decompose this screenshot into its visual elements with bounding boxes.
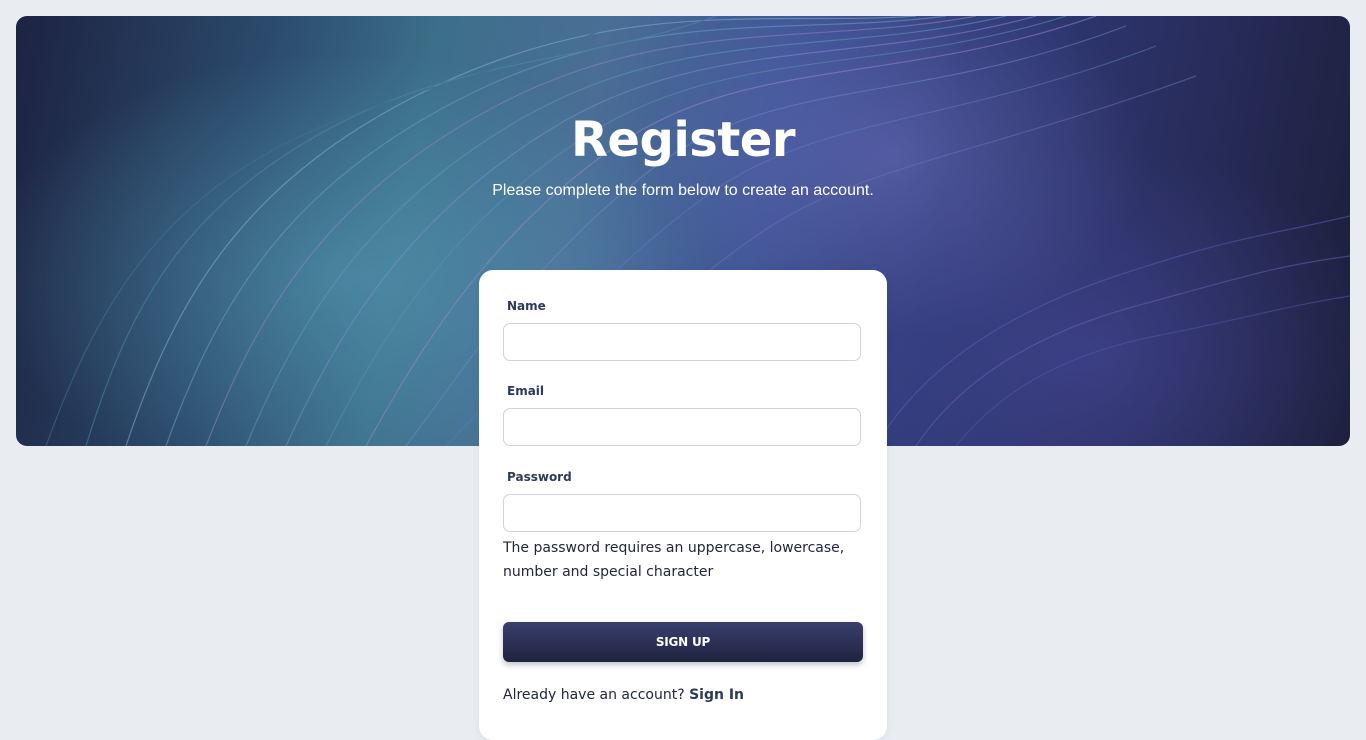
- password-hint: The password requires an uppercase, lowe…: [503, 540, 845, 580]
- signin-prompt: Already have an account? Sign In: [503, 687, 744, 703]
- page-subtitle: Please complete the form below to create…: [492, 182, 874, 199]
- sign-in-link[interactable]: Sign In: [689, 687, 744, 703]
- password-label: Password: [507, 470, 572, 484]
- sign-up-button[interactable]: SIGN UP: [503, 622, 863, 662]
- password-input[interactable]: [503, 494, 861, 532]
- page-title: Register: [570, 112, 796, 168]
- email-input[interactable]: [503, 408, 861, 446]
- signin-prompt-text: Already have an account?: [503, 687, 685, 703]
- name-label: Name: [507, 299, 546, 313]
- register-form-card: Name Email Password The password require…: [479, 270, 887, 740]
- email-label: Email: [507, 384, 545, 398]
- name-input[interactable]: [503, 323, 861, 361]
